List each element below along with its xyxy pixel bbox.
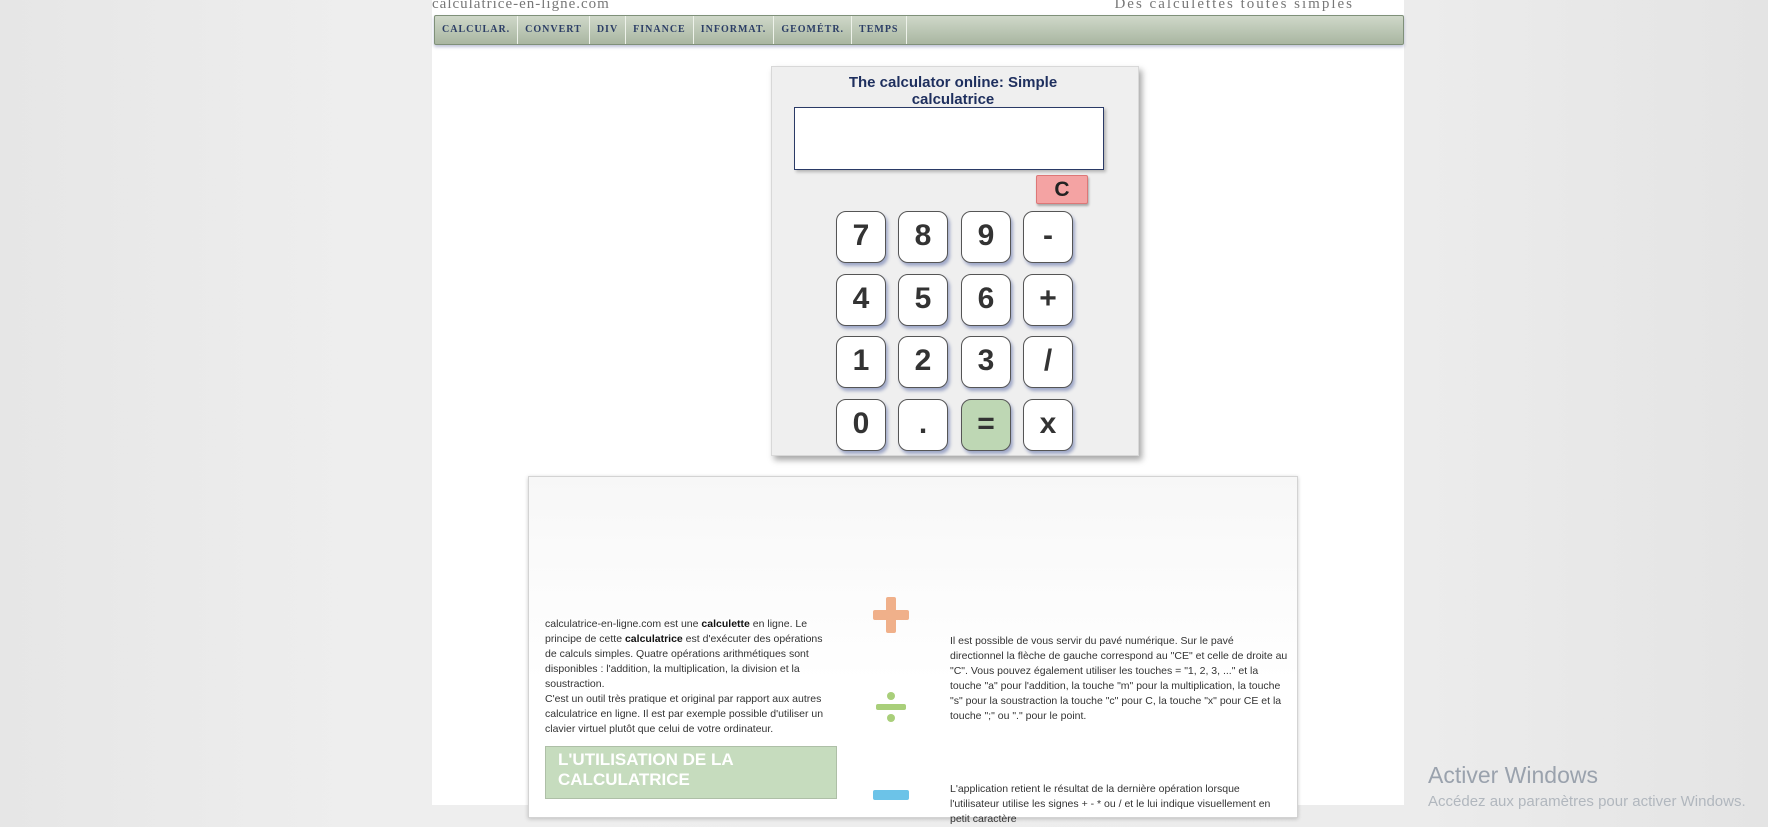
key-plus[interactable]: + (1023, 274, 1073, 326)
intro-paragraph-2: C'est un outil très pratique et original… (545, 693, 824, 735)
menu-item-convert[interactable]: CONVERT (518, 16, 590, 44)
windows-activation-title: Activer Windows (1428, 762, 1598, 788)
intro-keyword-calculette: calculette (701, 618, 750, 630)
key-minus[interactable]: - (1023, 211, 1073, 263)
menu-item-temps[interactable]: TEMPS (852, 16, 907, 44)
windows-activation-subtitle: Accédez aux paramètres pour activer Wind… (1428, 793, 1746, 810)
clear-button[interactable]: C (1036, 175, 1088, 204)
intro-keyword-calculatrice: calculatrice (624, 633, 683, 645)
menu-item-div[interactable]: DIV (590, 16, 627, 44)
site-tagline: Des calculettes toutes simples (1114, 0, 1354, 12)
key-multiply[interactable]: x (1023, 399, 1073, 451)
key-1[interactable]: 1 (836, 336, 886, 388)
plus-icon (873, 597, 909, 633)
site-header: calculatrice-en-ligne.com Des calculette… (432, 0, 1404, 14)
intro-part: calculatrice-en-ligne.com est une (545, 618, 702, 630)
minus-icon (873, 790, 909, 800)
intro-text: calculatrice-en-ligne.com est une calcul… (545, 617, 835, 737)
calculator-panel: The calculator online: Simple calculatri… (771, 66, 1139, 456)
menu-item-geometr[interactable]: GEOMÉTR. (774, 16, 853, 44)
key-6[interactable]: 6 (961, 274, 1011, 326)
key-divide[interactable]: / (1023, 336, 1073, 388)
key-7[interactable]: 7 (836, 211, 886, 263)
key-9[interactable]: 9 (961, 211, 1011, 263)
calculator-display[interactable] (794, 107, 1104, 170)
key-dot[interactable]: . (898, 399, 948, 451)
key-2[interactable]: 2 (898, 336, 948, 388)
divide-icon (876, 692, 906, 722)
menu-item-calcular[interactable]: CALCULAR. (435, 16, 519, 44)
key-5[interactable]: 5 (898, 274, 948, 326)
menu-item-finance[interactable]: FINANCE (626, 16, 694, 44)
key-8[interactable]: 8 (898, 211, 948, 263)
main-menu: CALCULAR. CONVERT DIV FINANCE INFORMAT. … (434, 15, 1404, 45)
menu-item-informat[interactable]: INFORMAT. (694, 16, 775, 44)
key-3[interactable]: 3 (961, 336, 1011, 388)
keyboard-help-text: Il est possible de vous servir du pavé n… (950, 635, 1288, 722)
key-equals[interactable]: = (961, 399, 1011, 451)
site-domain[interactable]: calculatrice-en-ligne.com (432, 0, 610, 13)
info-section: calculatrice-en-ligne.com est une calcul… (528, 476, 1298, 825)
usage-heading: L'UTILISATION DE LA CALCULATRICE (545, 746, 837, 799)
key-0[interactable]: 0 (836, 399, 886, 451)
key-4[interactable]: 4 (836, 274, 886, 326)
